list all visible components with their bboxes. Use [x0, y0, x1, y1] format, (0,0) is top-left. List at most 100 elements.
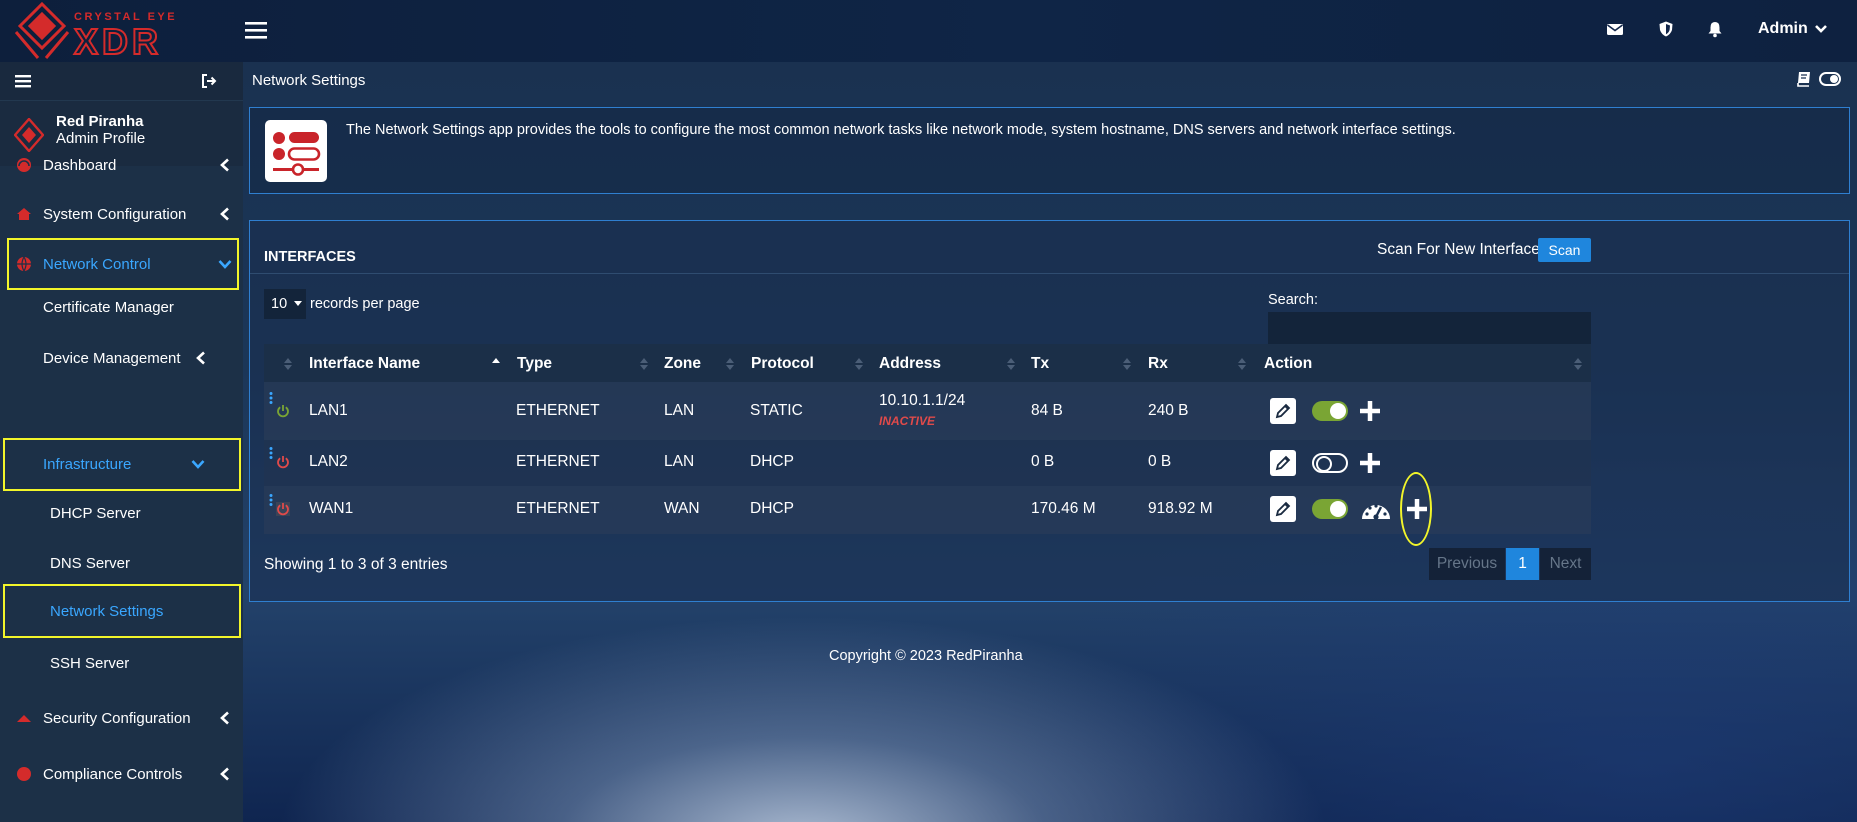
column-header-interface-name[interactable]: Interface Name	[309, 355, 420, 373]
sidebar-item-label: DNS Server	[50, 554, 131, 572]
interfaces-panel: INTERFACES Scan For New Interfaces Scan …	[249, 220, 1850, 602]
interface-protocol: STATIC	[750, 402, 803, 419]
sidebar-item-label: Device Management	[43, 349, 181, 367]
pagination-page-1[interactable]: 1	[1506, 548, 1539, 580]
admin-user-menu[interactable]: Admin	[1758, 20, 1828, 38]
sidebar-item-ssh-server[interactable]: SSH Server	[0, 641, 243, 685]
shield-icon	[17, 715, 31, 722]
sidebar-item-dns-server[interactable]: DNS Server	[0, 541, 243, 585]
interface-name: LAN1	[309, 402, 348, 419]
interface-zone: LAN	[664, 453, 695, 470]
compliance-icon	[17, 767, 31, 781]
sort-asc-icon[interactable]	[492, 358, 500, 370]
gauge-icon	[1362, 504, 1390, 520]
column-header-zone[interactable]: Zone	[664, 355, 701, 373]
sidebar-item-infrastructure[interactable]: Infrastructure	[0, 442, 243, 486]
sidebar-item-label: System Configuration	[43, 205, 187, 223]
sort-icon[interactable]	[855, 358, 863, 370]
enable-toggle[interactable]	[1312, 401, 1348, 421]
edit-button[interactable]	[1270, 398, 1296, 424]
sidebar-item-label: Network Control	[43, 255, 151, 273]
interface-rx: 240 B	[1148, 402, 1189, 419]
row-menu-icon[interactable]	[269, 494, 273, 506]
book-icon[interactable]	[1796, 71, 1812, 87]
home-icon	[17, 208, 31, 220]
edit-icon	[1275, 501, 1291, 517]
interface-tx: 170.46 M	[1031, 500, 1096, 517]
envelope-icon[interactable]	[1606, 20, 1626, 40]
chevron-left-icon	[220, 158, 229, 172]
scan-button[interactable]: Scan	[1538, 238, 1591, 262]
panel-title: INTERFACES	[264, 249, 356, 265]
shield-icon[interactable]	[1657, 20, 1677, 40]
status-badge: INACTIVE	[879, 414, 936, 428]
footer-copyright: Copyright © 2023 RedPiranha	[829, 648, 1023, 664]
search-input[interactable]	[1268, 312, 1591, 344]
hamburger-menu-icon[interactable]	[244, 18, 268, 42]
interface-tx: 0 B	[1031, 453, 1055, 470]
logout-icon[interactable]	[201, 73, 217, 89]
sidebar-collapse-icon[interactable]	[15, 73, 31, 89]
info-description: The Network Settings app provides the to…	[346, 122, 1456, 138]
records-per-page-select[interactable]: 10	[264, 289, 306, 319]
sidebar-item-label: Security Configuration	[43, 709, 191, 727]
table-row: LAN1 ETHERNET LAN STATIC 10.10.1.1/24 IN…	[264, 382, 1591, 440]
sidebar-item-network-control[interactable]: Network Control	[0, 242, 243, 286]
page-title: Network Settings	[252, 72, 366, 89]
sidebar-item-label: Compliance Controls	[43, 765, 183, 783]
column-header-address[interactable]: Address	[879, 355, 941, 373]
entries-info: Showing 1 to 3 of 3 entries	[264, 556, 448, 573]
sort-icon[interactable]	[284, 358, 292, 370]
enable-toggle[interactable]	[1312, 453, 1348, 473]
sort-icon[interactable]	[1574, 358, 1582, 370]
crystal-eye-xdr-logo[interactable]: CRYSTAL EYE XDR	[12, 1, 212, 63]
sidebar-item-device-management[interactable]: Device Management	[0, 336, 243, 380]
pagination-next[interactable]: Next	[1540, 548, 1591, 580]
interface-name: WAN1	[309, 500, 354, 517]
globe-icon	[17, 256, 31, 272]
sidebar-item-security-configuration[interactable]: Security Configuration	[0, 696, 243, 740]
sidebar-item-compliance-controls[interactable]: Compliance Controls	[0, 752, 243, 796]
edit-button[interactable]	[1270, 496, 1296, 522]
sort-icon[interactable]	[726, 358, 734, 370]
logo-text-main: XDR	[74, 21, 162, 62]
column-header-action: Action	[1264, 355, 1313, 372]
edit-icon	[1275, 403, 1291, 419]
sidebar-item-network-settings[interactable]: Network Settings	[0, 589, 243, 633]
sidebar-item-system-configuration[interactable]: System Configuration	[0, 192, 243, 236]
column-header-tx[interactable]: Tx	[1031, 355, 1049, 373]
plus-icon[interactable]	[1358, 399, 1382, 423]
interface-name: LAN2	[309, 453, 348, 470]
sidebar-item-label: Infrastructure	[43, 455, 132, 473]
column-header-rx[interactable]: Rx	[1148, 355, 1168, 373]
sidebar-item-label: SSH Server	[50, 654, 130, 672]
interface-tx: 84 B	[1031, 402, 1063, 419]
sidebar-item-dashboard[interactable]: Dashboard	[0, 143, 243, 187]
power-icon[interactable]	[276, 502, 290, 516]
column-header-type[interactable]: Type	[517, 355, 552, 373]
column-header-protocol[interactable]: Protocol	[751, 355, 814, 373]
enable-toggle[interactable]	[1312, 499, 1348, 519]
toggle-icon[interactable]	[1819, 72, 1841, 86]
sort-icon[interactable]	[640, 358, 648, 370]
chevron-left-icon	[220, 767, 229, 781]
sort-icon[interactable]	[1007, 358, 1015, 370]
chevron-left-icon	[220, 207, 229, 221]
power-icon[interactable]	[276, 455, 290, 469]
sidebar-item-certificate-manager[interactable]: Certificate Manager	[0, 285, 243, 329]
sort-icon[interactable]	[1123, 358, 1131, 370]
power-icon[interactable]	[276, 404, 290, 418]
sidebar: Red Piranha Admin Profile Dashboard Syst…	[0, 62, 243, 822]
sidebar-item-dhcp-server[interactable]: DHCP Server	[0, 491, 243, 535]
row-menu-icon[interactable]	[269, 392, 273, 404]
edit-button[interactable]	[1270, 450, 1296, 476]
plus-icon[interactable]	[1358, 451, 1382, 475]
sort-icon[interactable]	[1238, 358, 1246, 370]
chevron-down-icon	[218, 260, 232, 269]
bandwidth-gauge-button[interactable]	[1360, 497, 1392, 523]
edit-icon	[1275, 455, 1291, 471]
pagination-previous[interactable]: Previous	[1429, 548, 1505, 580]
row-menu-icon[interactable]	[269, 447, 273, 459]
toggle-knob	[1316, 456, 1332, 472]
bell-icon[interactable]	[1706, 20, 1726, 40]
